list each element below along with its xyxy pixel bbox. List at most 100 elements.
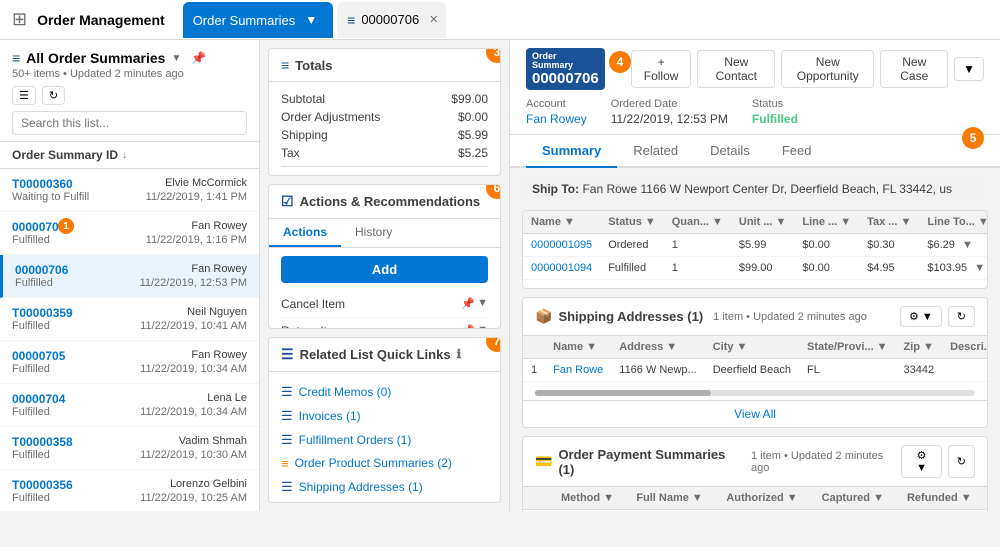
col-qty[interactable]: Quan...▼ <box>664 211 731 234</box>
tab-history[interactable]: History <box>341 219 406 247</box>
record-type-label-text: Order Summary <box>532 52 599 70</box>
tab-summary[interactable]: Summary <box>526 135 617 168</box>
tab-dropdown-btn[interactable]: ▼ <box>299 13 323 27</box>
item-status: Fulfilled <box>12 449 50 461</box>
close-tab-icon[interactable]: ✕ <box>429 13 438 26</box>
col-line[interactable]: Line ...▼ <box>794 211 859 234</box>
shipping-table-scroll[interactable]: Name▼ Address▼ City▼ State/Provi...▼ Zip… <box>523 336 987 390</box>
col-status[interactable]: Status▼ <box>600 211 664 234</box>
list-item[interactable]: T00000356 Lorenzo Gelbini Fulfilled 11/2… <box>0 470 259 511</box>
list-item[interactable]: T00000358 Vadim Shmah Fulfilled 11/22/20… <box>0 427 259 470</box>
cancel-item-action[interactable]: Cancel Item 📌 ▼ <box>281 291 488 318</box>
product-summaries-icon: ≡ <box>281 456 289 471</box>
order-line-lineto-1: $103.95 ▼ <box>919 257 987 280</box>
shipping-gear-btn[interactable]: ⚙ ▼ <box>900 306 942 327</box>
tab-details[interactable]: Details <box>694 135 766 168</box>
list-item[interactable]: 00000705 Fan Rowey Fulfilled 11/22/2019,… <box>0 341 259 384</box>
list-items: T00000360 Elvie McCormick Waiting to Ful… <box>0 169 259 511</box>
list-item-selected[interactable]: 00000706 Fan Rowey Fulfilled 11/22/2019,… <box>0 255 259 298</box>
caret-icon[interactable]: ▼ <box>171 53 181 64</box>
col-address[interactable]: Address▼ <box>611 336 704 359</box>
order-line-name-1[interactable]: 0000001094 <box>523 257 600 280</box>
sort-icon[interactable]: ↓ <box>122 150 127 161</box>
column-header-label: Order Summary ID <box>12 148 118 162</box>
col-method[interactable]: Method▼ <box>553 487 628 510</box>
search-input[interactable] <box>12 111 247 135</box>
middle-panel: ≡ Totals 3 Subtotal $99.00 Order Adjustm… <box>260 40 510 511</box>
payment-gear-btn[interactable]: ⚙ ▼ <box>901 445 941 478</box>
shipping-name[interactable]: Fan Rowe <box>545 359 611 382</box>
col-captured[interactable]: Captured▼ <box>814 487 899 510</box>
col-desc[interactable]: Descri...▼ <box>942 336 987 359</box>
order-line-name-0[interactable]: 0000001095 <box>523 234 600 257</box>
col-tax[interactable]: Tax ...▼ <box>859 211 919 234</box>
quick-link-invoices[interactable]: ☰ Invoices (1) <box>281 404 488 428</box>
shipping-refresh-btn[interactable]: ↻ <box>948 306 975 327</box>
dropdown-action-icon2[interactable]: ▼ <box>477 324 488 328</box>
quick-link-credit-memos[interactable]: ☰ Credit Memos (0) <box>281 380 488 404</box>
payment-refresh-btn[interactable]: ↻ <box>948 445 975 478</box>
refresh-btn[interactable]: ↻ <box>42 86 65 105</box>
record-type-icon: Order Summary 00000706 <box>526 48 605 90</box>
col-state[interactable]: State/Provi...▼ <box>799 336 896 359</box>
add-button[interactable]: Add <box>281 256 488 283</box>
actions-tabs: Actions History <box>269 219 500 248</box>
list-item[interactable]: T00000360 Elvie McCormick Waiting to Ful… <box>0 169 259 212</box>
pin-action-icon[interactable]: 📌 <box>461 297 475 310</box>
row-num: 1 <box>523 359 545 382</box>
actions-dropdown-btn[interactable]: ▼ <box>954 57 984 81</box>
row-chevron[interactable]: ▼ <box>962 239 973 251</box>
item-date: 11/22/2019, 10:30 AM <box>140 449 247 461</box>
col-zip[interactable]: Zip▼ <box>896 336 943 359</box>
label: Order Adjustments <box>281 110 380 124</box>
col-lineto[interactable]: Line To...▼ <box>919 211 987 234</box>
list-view-btn[interactable]: ☰ <box>12 86 36 105</box>
tab-feed[interactable]: Feed <box>766 135 828 168</box>
new-contact-button[interactable]: New Contact <box>697 50 775 88</box>
item-status: Fulfilled <box>12 406 50 418</box>
col-city[interactable]: City▼ <box>705 336 799 359</box>
order-lines-scroll[interactable]: Name▼ Status▼ Quan...▼ Unit ...▼ Line ..… <box>523 211 987 288</box>
totals-badge: 3 <box>486 48 501 63</box>
quick-links-badge: 7 <box>486 337 501 352</box>
list-item[interactable]: 00000704 Lena Le Fulfilled 11/22/2019, 1… <box>0 384 259 427</box>
col-fullname[interactable]: Full Name▼ <box>628 487 718 510</box>
quick-link-shipping[interactable]: ☰ Shipping Addresses (1) <box>281 475 488 499</box>
order-lines-section: Name▼ Status▼ Quan...▼ Unit ...▼ Line ..… <box>522 210 988 289</box>
shipping-view-all[interactable]: View All <box>523 400 987 427</box>
info-icon[interactable]: ℹ <box>457 347 462 361</box>
account-value[interactable]: Fan Rowey <box>526 112 587 126</box>
quick-link-payment[interactable]: ☰ Order Payment Summaries (1) <box>281 499 488 503</box>
col-name[interactable]: Name▼ <box>545 336 611 359</box>
dropdown-action-icon[interactable]: ▼ <box>477 297 488 310</box>
list-item[interactable]: T00000359 Neil Nguyen Fulfilled 11/22/20… <box>0 298 259 341</box>
col-unit[interactable]: Unit ...▼ <box>731 211 795 234</box>
quick-link-fulfillment[interactable]: ☰ Fulfillment Orders (1) <box>281 428 488 452</box>
payment-table-scroll[interactable]: Method▼ Full Name▼ Authorized▼ Captured▼… <box>523 487 987 511</box>
tab-record-00000706[interactable]: ≡ 00000706 ✕ <box>337 2 446 38</box>
row-chevron[interactable]: ▼ <box>974 262 985 274</box>
tab-related[interactable]: Related <box>617 135 694 168</box>
layers-icon: ≡ <box>12 50 20 66</box>
sidebar-actions: ☰ ↻ <box>12 86 247 105</box>
totals-row-subtotal: Subtotal $99.00 <box>281 90 488 108</box>
list-item[interactable]: 00000707 Fan Rowey Fulfilled 11/22/2019,… <box>0 212 259 255</box>
tab-order-summaries[interactable]: Order Summaries ▼ <box>183 2 333 38</box>
grid-icon[interactable]: ⊞ <box>12 9 27 30</box>
quick-link-product-summaries[interactable]: ≡ Order Product Summaries (2) <box>281 452 488 475</box>
totals-card: ≡ Totals 3 Subtotal $99.00 Order Adjustm… <box>268 48 501 176</box>
follow-button[interactable]: + Follow <box>631 50 692 88</box>
actions-badge: 6 <box>486 184 501 199</box>
col-name[interactable]: Name▼ <box>523 211 600 234</box>
return-item-action[interactable]: Return Item 📌 ▼ <box>281 318 488 329</box>
shipping-title: Shipping Addresses (1) <box>558 309 703 324</box>
col-authorized[interactable]: Authorized▼ <box>718 487 813 510</box>
table-row: 0000001095 Ordered 1 $5.99 $0.00 $0.30 $… <box>523 234 987 257</box>
tab-actions[interactable]: Actions <box>269 219 341 247</box>
col-refunded[interactable]: Refunded▼ <box>899 487 987 510</box>
new-opportunity-button[interactable]: New Opportunity <box>781 50 874 88</box>
pin-icon[interactable]: 📌 <box>191 51 206 65</box>
new-case-button[interactable]: New Case <box>880 50 948 88</box>
sidebar: ≡ All Order Summaries ▼ 📌 50+ items • Up… <box>0 40 260 511</box>
pin-action-icon2[interactable]: 📌 <box>461 324 475 328</box>
